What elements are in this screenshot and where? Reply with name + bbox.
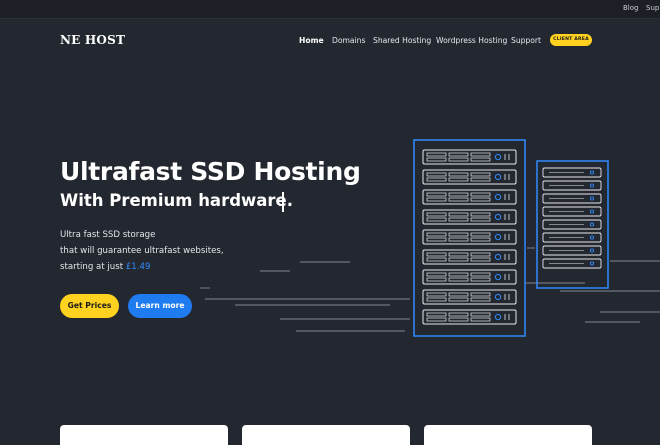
server-unit-slim	[542, 206, 602, 217]
server-unit-slim	[542, 245, 602, 256]
server-rack-illustration	[200, 139, 660, 337]
server-unit-slim	[542, 258, 602, 269]
server-unit-slim	[542, 219, 602, 230]
feature-card-3	[424, 425, 592, 445]
feature-card-1	[60, 425, 228, 445]
server-unit-slim	[542, 167, 602, 178]
server-unit	[422, 189, 517, 205]
server-unit	[422, 149, 517, 165]
server-unit	[422, 309, 517, 325]
server-unit	[422, 209, 517, 225]
server-unit	[422, 169, 517, 185]
server-unit-slim	[542, 193, 602, 204]
server-unit	[422, 269, 517, 285]
server-unit-slim	[542, 180, 602, 191]
server-unit-slim	[542, 232, 602, 243]
server-unit	[422, 289, 517, 305]
server-unit	[422, 249, 517, 265]
server-unit	[422, 229, 517, 245]
feature-card-2	[242, 425, 410, 445]
